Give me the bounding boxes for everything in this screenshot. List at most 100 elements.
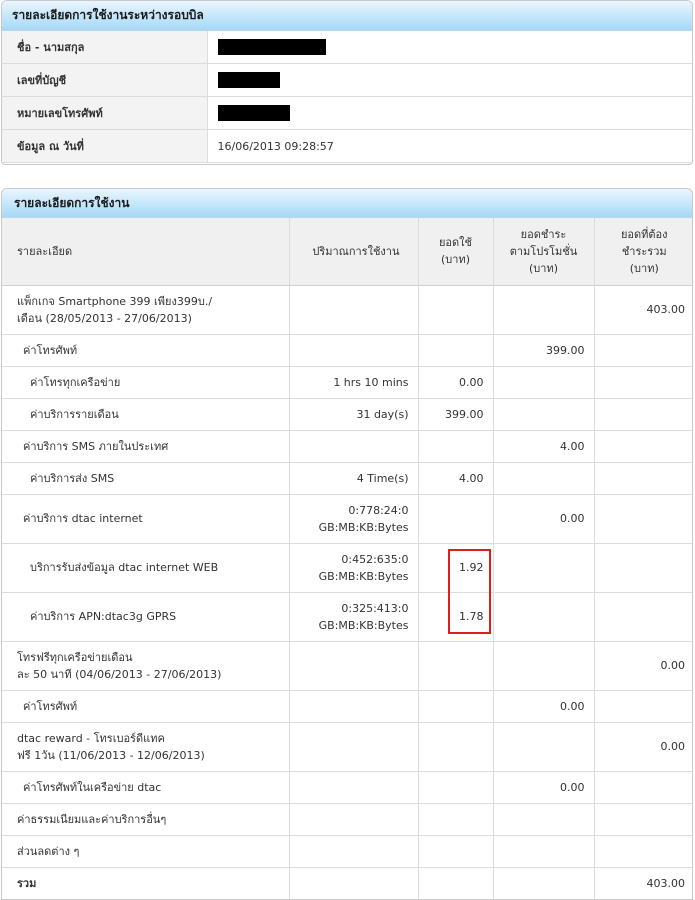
info-row-date: ข้อมูล ณ วันที่ 16/06/2013 09:28:57 (2, 129, 692, 163)
usage-detail: ค่าบริการ APN:dtac3g GPRS (2, 592, 290, 642)
usage-total (594, 690, 692, 723)
usage-detail: ค่าบริการ dtac internet (2, 494, 290, 544)
total-value: 403.00 (594, 867, 692, 899)
usage-total (594, 543, 692, 593)
usage-promo: 0.00 (493, 771, 595, 804)
usage-quantity: 0:452:635:0 GB:MB:KB:Bytes (289, 543, 419, 593)
usage-detail: ค่าโทรทุกเครือข่าย (2, 366, 290, 399)
usage-detail: ค่าบริการ SMS ภายในประเทศ (2, 430, 290, 463)
usage-used (418, 771, 494, 804)
usage-row: บริการรับส่งข้อมูล dtac internet WEB 0:45… (2, 543, 692, 593)
usage-promo: 4.00 (493, 430, 595, 463)
usage-detail-panel: รายละเอียดการใช้งาน รายละเอียด ปริมาณการ… (1, 188, 693, 900)
usage-used (418, 641, 494, 691)
usage-header-row: รายละเอียด ปริมาณการใช้งาน ยอดใช้ (บาท) … (2, 218, 692, 286)
header-detail: รายละเอียด (2, 218, 290, 286)
usage-row: ค่าบริการ dtac internet 0:778:24:0 GB:MB:… (2, 494, 692, 544)
usage-promo (493, 641, 595, 691)
info-row-phone: หมายเลขโทรศัพท์ (2, 96, 692, 130)
usage-quantity: 1 hrs 10 mins (289, 366, 419, 399)
usage-row: ค่าโทรศัพท์ในเครือข่าย dtac 0.00 (2, 771, 692, 804)
usage-total (594, 334, 692, 367)
usage-promo: 0.00 (493, 494, 595, 544)
usage-total (594, 430, 692, 463)
usage-detail: โทรฟรีทุกเครือข่ายเดือน ละ 50 นาที (04/0… (2, 641, 290, 691)
usage-promo (493, 592, 595, 642)
redacted-name (217, 39, 326, 55)
usage-quantity (289, 430, 419, 463)
usage-promo: 399.00 (493, 334, 595, 367)
info-label: ชื่อ - นามสกุล (2, 31, 208, 64)
usage-quantity: 4 Time(s) (289, 462, 419, 495)
usage-used (418, 803, 494, 836)
usage-quantity (289, 803, 419, 836)
usage-used (418, 722, 494, 772)
usage-total (594, 803, 692, 836)
usage-used (418, 835, 494, 868)
usage-promo: 0.00 (493, 690, 595, 723)
usage-row: dtac reward - โทรเบอร์ดีแทค ฟรี 1วัน (11… (2, 722, 692, 772)
usage-row: ค่าบริการส่ง SMS 4 Time(s) 4.00 (2, 462, 692, 495)
usage-promo (493, 722, 595, 772)
usage-detail: ค่าบริการส่ง SMS (2, 462, 290, 495)
usage-detail: dtac reward - โทรเบอร์ดีแทค ฟรี 1วัน (11… (2, 722, 290, 772)
usage-row: ค่าโทรศัพท์ 0.00 (2, 690, 692, 723)
usage-total (594, 462, 692, 495)
usage-promo (493, 835, 595, 868)
usage-quantity (289, 641, 419, 691)
billing-info-table: ชื่อ - นามสกุล เลขที่บัญชี หมายเลขโทรศัพ… (2, 31, 692, 163)
redacted-phone (217, 105, 290, 121)
usage-promo (493, 462, 595, 495)
usage-promo (493, 366, 595, 399)
usage-row: แพ็กเกจ Smartphone 399 เพียง399บ./ เดือน… (2, 285, 692, 335)
usage-used: 0.00 (418, 366, 494, 399)
usage-total (594, 398, 692, 431)
usage-total (594, 592, 692, 642)
info-row-account: เลขที่บัญชี (2, 63, 692, 97)
usage-total (594, 835, 692, 868)
header-quantity: ปริมาณการใช้งาน (289, 218, 419, 286)
usage-quantity: 0:325:413:0 GB:MB:KB:Bytes (289, 592, 419, 642)
info-date-value: 16/06/2013 09:28:57 (207, 129, 692, 163)
usage-row: ค่าบริการ SMS ภายในประเทศ 4.00 (2, 430, 692, 463)
usage-promo (493, 398, 595, 431)
usage-quantity (289, 690, 419, 723)
billing-info-panel: รายละเอียดการใช้งานระหว่างรอบบิล ชื่อ - … (1, 0, 693, 165)
usage-promo (493, 803, 595, 836)
info-label: เลขที่บัญชี (2, 63, 208, 97)
billing-info-title: รายละเอียดการใช้งานระหว่างรอบบิล (2, 1, 692, 31)
usage-detail: ค่าธรรมเนียมและค่าบริการอื่นๆ (2, 803, 290, 836)
usage-row: ค่าบริการ APN:dtac3g GPRS 0:325:413:0 GB:… (2, 592, 692, 642)
usage-used (418, 494, 494, 544)
usage-quantity: 31 day(s) (289, 398, 419, 431)
usage-quantity (289, 285, 419, 335)
usage-body: แพ็กเกจ Smartphone 399 เพียง399บ./ เดือน… (2, 285, 692, 868)
usage-detail: ค่าโทรศัพท์ในเครือข่าย dtac (2, 771, 290, 804)
usage-detail: ส่วนลดต่าง ๆ (2, 835, 290, 868)
usage-quantity (289, 722, 419, 772)
usage-detail: บริการรับส่งข้อมูล dtac internet WEB (2, 543, 290, 593)
usage-row: ค่าธรรมเนียมและค่าบริการอื่นๆ (2, 803, 692, 836)
usage-used: 4.00 (418, 462, 494, 495)
usage-row: ส่วนลดต่าง ๆ (2, 835, 692, 868)
usage-quantity (289, 334, 419, 367)
header-promo: ยอดชำระ ตามโปรโมชั่น (บาท) (493, 218, 595, 286)
usage-detail-title: รายละเอียดการใช้งาน (2, 189, 692, 218)
usage-row: ค่าโทรศัพท์ 399.00 (2, 334, 692, 367)
usage-row: ค่าโทรทุกเครือข่าย 1 hrs 10 mins 0.00 (2, 366, 692, 399)
usage-total-row: รวม 403.00 (2, 867, 692, 899)
usage-detail: แพ็กเกจ Smartphone 399 เพียง399บ./ เดือน… (2, 285, 290, 335)
total-label: รวม (2, 867, 290, 899)
highlight-box (448, 549, 491, 634)
usage-used (418, 285, 494, 335)
usage-detail: ค่าบริการรายเดือน (2, 398, 290, 431)
usage-quantity (289, 771, 419, 804)
header-used: ยอดใช้ (บาท) (418, 218, 494, 286)
usage-total: 0.00 (594, 722, 692, 772)
info-label: ข้อมูล ณ วันที่ (2, 129, 208, 163)
usage-total (594, 366, 692, 399)
usage-table: รายละเอียด ปริมาณการใช้งาน ยอดใช้ (บาท) … (2, 218, 692, 899)
info-row-name: ชื่อ - นามสกุล (2, 31, 692, 64)
usage-row: โทรฟรีทุกเครือข่ายเดือน ละ 50 นาที (04/0… (2, 641, 692, 691)
info-label: หมายเลขโทรศัพท์ (2, 96, 208, 130)
